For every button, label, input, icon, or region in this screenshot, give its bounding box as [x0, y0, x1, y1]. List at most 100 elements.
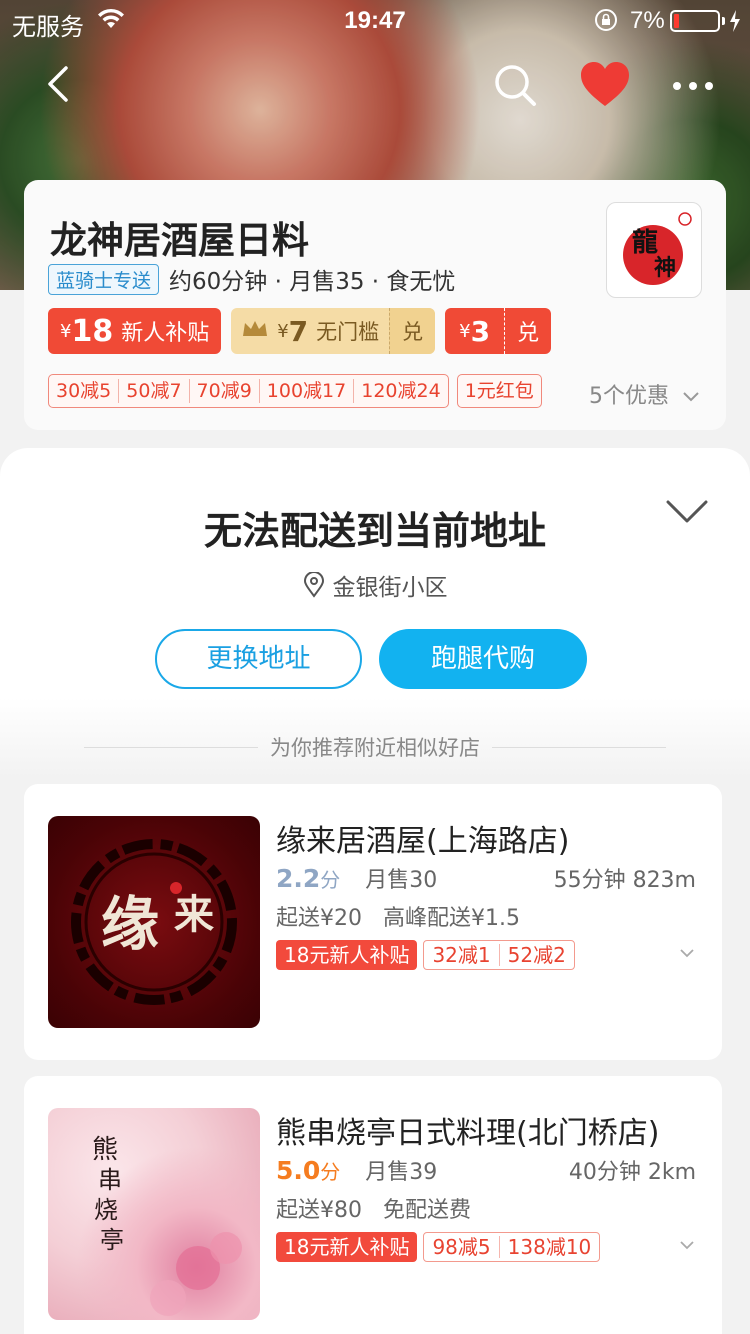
address-text: 金银街小区 — [332, 575, 448, 601]
red-packet-tag: 1元红包 — [456, 374, 542, 408]
store-logo: 龍 神 — [606, 202, 702, 298]
red-packet-label: 1元红包 — [464, 380, 534, 402]
new-user-subsidy-coupon[interactable]: ¥ 18 新人补贴 — [48, 308, 222, 354]
crown-icon — [241, 318, 269, 345]
store-logo-text-2: 神 — [654, 255, 676, 281]
promo3-amount: 3 — [470, 314, 491, 348]
more-dots-icon — [673, 82, 713, 90]
collapse-sheet-button[interactable] — [664, 494, 710, 530]
promo2-redeem-button[interactable]: 兑 — [389, 308, 436, 354]
store-logo-text-1: 龍 — [632, 227, 658, 258]
shop1-logo-char-2: 来 — [174, 891, 214, 938]
shop-stats: 2.2分 月售30 55分钟 823m — [276, 862, 696, 894]
status-bar: 无服务 19:47 7% — [0, 0, 750, 41]
discount-tag: 50减7 — [119, 379, 190, 403]
recommended-shop-card[interactable]: 熊 串 烧 亭 熊串烧亭日式料理(北门桥店) 5.0分 月售39 40分钟 2k… — [24, 1076, 722, 1334]
discount-tag: 32减1 — [424, 944, 500, 966]
monthly-sales: 月售39 — [365, 1160, 438, 1185]
discount-tag: 70减9 — [190, 379, 260, 403]
discount-tag: 30减5 — [49, 379, 120, 403]
discount-tag: 138减10 — [507, 1235, 592, 1259]
shop2-logo-char-2: 串 — [98, 1166, 122, 1194]
errand-purchase-button[interactable]: 跑腿代购 — [379, 629, 587, 689]
rotation-lock-icon — [594, 8, 618, 39]
search-button[interactable] — [490, 60, 540, 110]
discount-tags: 98减5 138减10 — [423, 1232, 601, 1262]
shop1-logo-char-1: 缘 — [101, 890, 159, 958]
battery-icon — [670, 10, 720, 32]
sheet-title: 无法配送到当前地址 — [203, 509, 546, 553]
change-address-button[interactable]: 更换地址 — [155, 629, 362, 689]
discount-tag: 100减17 — [260, 379, 355, 403]
promo-row: ¥ 18 新人补贴 ¥ 7 无门槛 兑 ¥ 3 兑 — [48, 308, 552, 354]
shop-delivery-info: 起送¥20 高峰配送¥1.5 — [276, 900, 520, 932]
store-info-card: 龙神居酒屋日料 龍 神 蓝骑士专送 约60分钟 · 月售35 · 食无忧 ¥ 1… — [24, 180, 726, 430]
offers-count: 5个优惠 — [589, 384, 669, 409]
new-user-tag: 18元新人补贴 — [276, 1232, 418, 1262]
delivery-unavailable-sheet: 无法配送到当前地址 金银街小区 更换地址 跑腿代购 为你推荐附近相似好店 缘 来… — [0, 448, 750, 1334]
promo1-label: 新人补贴 — [121, 321, 210, 346]
battery-percent: 7% — [630, 7, 665, 34]
recommend-divider: 为你推荐附近相似好店 — [84, 734, 666, 760]
time-distance: 40分钟 2km — [568, 1160, 696, 1185]
promo2-amount: 7 — [288, 314, 309, 348]
shop-promo-tags: 18元新人补贴 32减1 52减2 — [276, 940, 575, 970]
delivery-fee: 高峰配送¥1.5 — [383, 906, 520, 931]
chevron-down-icon — [666, 500, 708, 523]
shop-name: 缘来居酒屋(上海路店) — [276, 824, 570, 859]
shop2-logo-char-1: 熊 — [92, 1135, 118, 1165]
rating-value: 5.0 — [276, 1156, 321, 1185]
shop-name: 熊串烧亭日式料理(北门桥店) — [276, 1116, 660, 1151]
store-meta-text: 约60分钟 · 月售35 · 食无忧 — [169, 269, 456, 295]
shop-delivery-info: 起送¥80 免配送费 — [276, 1192, 471, 1224]
promo1-amount: 18 — [71, 313, 114, 349]
delivery-type-tag: 蓝骑士专送 — [48, 263, 160, 295]
shop-stats: 5.0分 月售39 40分钟 2km — [276, 1154, 696, 1186]
battery-cap — [722, 17, 725, 25]
no-threshold-coupon[interactable]: ¥ 7 无门槛 兑 — [231, 308, 436, 354]
promo3-redeem-button[interactable]: 兑 — [504, 308, 551, 354]
expand-chevron-icon[interactable] — [678, 1238, 696, 1252]
promo1-yen: ¥ — [60, 320, 72, 342]
promo2-label: 无门槛 — [316, 320, 380, 344]
rating-unit: 分 — [320, 868, 341, 892]
shop-promo-tags: 18元新人补贴 98减5 138减10 — [276, 1232, 601, 1262]
shop-rating: 2.2分 — [276, 864, 340, 893]
location-pin-icon — [303, 572, 324, 598]
expand-chevron-icon[interactable] — [678, 946, 696, 960]
back-button[interactable] — [40, 62, 80, 106]
charging-bolt-icon — [728, 9, 742, 40]
offers-expand-button[interactable]: 5个优惠 — [589, 378, 700, 410]
heart-icon — [581, 62, 629, 106]
promo3-yen: ¥ — [459, 320, 471, 342]
discount-tag: 52减2 — [507, 943, 566, 967]
promo2-yen: ¥ — [277, 320, 289, 342]
shop-thumbnail: 熊 串 烧 亭 — [48, 1108, 260, 1320]
discount-row: 30减5 50减7 70减9 100减17 120减24 1元红包 — [48, 374, 542, 408]
store-meta-row: 蓝骑士专送 约60分钟 · 月售35 · 食无忧 — [48, 262, 455, 296]
shop-thumbnail: 缘 来 — [48, 816, 260, 1028]
new-user-tag: 18元新人补贴 — [276, 940, 418, 970]
more-button[interactable] — [668, 66, 718, 106]
store-name: 龙神居酒屋日料 — [50, 219, 309, 262]
min-order: 起送¥80 — [276, 1198, 362, 1223]
full-reduction-tags: 30减5 50减7 70减9 100减17 120减24 — [48, 374, 449, 408]
discount-tags: 32减1 52减2 — [423, 940, 575, 970]
recommend-heading: 为你推荐附近相似好店 — [270, 736, 480, 760]
discount-tag: 98减5 — [424, 1236, 500, 1258]
monthly-sales: 月售30 — [365, 868, 438, 893]
rating-value: 2.2 — [276, 864, 321, 893]
min-order: 起送¥20 — [276, 906, 362, 931]
time-distance: 55分钟 823m — [553, 868, 696, 893]
divider-line — [492, 746, 666, 748]
search-icon — [495, 65, 536, 106]
recommended-shop-card[interactable]: 缘 来 缘来居酒屋(上海路店) 2.2分 月售30 55分钟 823m 起送¥2… — [24, 784, 722, 1060]
shop-rating: 5.0分 — [276, 1156, 340, 1185]
rating-unit: 分 — [320, 1160, 341, 1184]
shop2-logo-char-4: 亭 — [100, 1226, 124, 1254]
delivery-fee: 免配送费 — [383, 1198, 472, 1223]
discount-tag: 120减24 — [361, 380, 441, 402]
favorite-button[interactable] — [578, 60, 632, 110]
chevron-down-icon — [683, 392, 699, 402]
redeem-coupon[interactable]: ¥ 3 兑 — [445, 308, 552, 354]
